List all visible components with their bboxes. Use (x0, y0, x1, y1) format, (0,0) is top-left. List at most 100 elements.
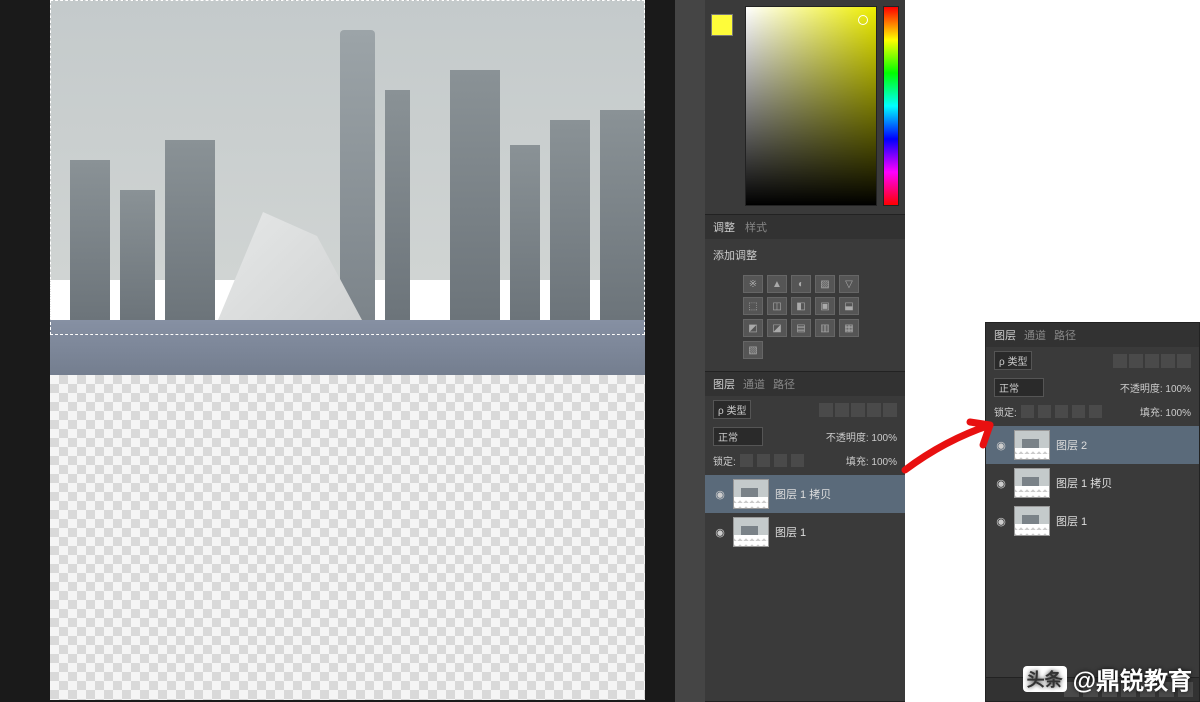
layer-item[interactable]: ◉ 图层 1 (986, 502, 1199, 540)
panel-dock-strip[interactable] (675, 0, 705, 702)
exposure-icon[interactable]: ▨ (815, 275, 835, 293)
filter-adj-icon[interactable] (1129, 354, 1143, 368)
watermark: 头条 @鼎锐教育 (1023, 661, 1192, 696)
color-panel[interactable] (705, 0, 905, 215)
lookup-icon[interactable]: ◩ (743, 319, 763, 337)
photoshop-window: 调整 样式 添加调整 ※ ▲ ◐ ▨ ▽ ⬚ ◫ ◧ ▣ ⬓ ◩ ◪ (0, 0, 905, 702)
visibility-icon[interactable]: ◉ (994, 477, 1008, 490)
tab-layers[interactable]: 图层 (713, 376, 735, 392)
layer-thumbnail[interactable] (1014, 468, 1050, 498)
curves-icon[interactable]: ◐ (791, 275, 811, 293)
threshold-icon[interactable]: ▥ (815, 319, 835, 337)
saturation-value-picker[interactable] (745, 6, 877, 206)
filter-icon[interactable]: ▣ (815, 297, 835, 315)
balance-icon[interactable]: ◫ (767, 297, 787, 315)
fill-label: 填充: (1140, 408, 1163, 419)
building (510, 145, 540, 320)
filter-type-icon[interactable] (1145, 354, 1159, 368)
watermark-badge: 头条 (1023, 666, 1067, 692)
tab-paths[interactable]: 路径 (773, 376, 795, 392)
layer-list: ◉ 图层 2 ◉ 图层 1 拷贝 ◉ 图层 1 (986, 422, 1199, 677)
layer-kind-dropdown[interactable]: ρ 类型 (713, 400, 751, 419)
mixer-icon[interactable]: ⬓ (839, 297, 859, 315)
lock-paint-icon[interactable] (1038, 405, 1051, 418)
layer-thumbnail[interactable] (1014, 430, 1050, 460)
filter-pixel-icon[interactable] (819, 403, 833, 417)
opera-house (200, 200, 380, 320)
layers-panel-1: 图层 通道 路径 ρ 类型 正常 不透明度: 100% 锁定: (705, 372, 905, 702)
hue-icon[interactable]: ⬚ (743, 297, 763, 315)
lock-nest-icon[interactable] (1072, 405, 1085, 418)
tab-channels[interactable]: 通道 (743, 376, 765, 392)
opacity-value[interactable]: 100% (1165, 384, 1191, 395)
building (450, 70, 500, 320)
visibility-icon[interactable]: ◉ (713, 488, 727, 501)
tab-layers[interactable]: 图层 (994, 327, 1016, 343)
levels-icon[interactable]: ▲ (767, 275, 787, 293)
filter-smart-icon[interactable] (1177, 354, 1191, 368)
visibility-icon[interactable]: ◉ (994, 515, 1008, 528)
layer-kind-dropdown[interactable]: ρ 类型 (994, 351, 1032, 370)
layer-thumbnail[interactable] (733, 479, 769, 509)
lock-pos-icon[interactable] (1055, 405, 1068, 418)
fill-value[interactable]: 100% (871, 457, 897, 468)
filter-type-icon[interactable] (851, 403, 865, 417)
layer-item[interactable]: ◉ 图层 1 拷贝 (986, 464, 1199, 502)
lock-paint-icon[interactable] (757, 454, 770, 467)
visibility-icon[interactable]: ◉ (713, 526, 727, 539)
filter-pixel-icon[interactable] (1113, 354, 1127, 368)
layer-item[interactable]: ◉ 图层 2 (986, 426, 1199, 464)
tab-styles[interactable]: 样式 (745, 219, 767, 235)
water (50, 320, 645, 375)
tab-paths[interactable]: 路径 (1054, 327, 1076, 343)
canvas-area[interactable] (0, 0, 675, 702)
lock-label: 锁定: (713, 453, 736, 468)
filter-smart-icon[interactable] (883, 403, 897, 417)
building (120, 190, 155, 320)
layer-name[interactable]: 图层 1 拷贝 (1056, 475, 1112, 491)
hue-slider[interactable] (883, 6, 899, 206)
bw-icon[interactable]: ◧ (791, 297, 811, 315)
opacity-label: 不透明度: (826, 433, 869, 444)
lock-trans-icon[interactable] (1021, 405, 1034, 418)
blend-mode-dropdown[interactable]: 正常 (994, 378, 1044, 397)
visibility-icon[interactable]: ◉ (994, 439, 1008, 452)
building (600, 110, 645, 320)
opacity-value[interactable]: 100% (871, 433, 897, 444)
right-panels: 调整 样式 添加调整 ※ ▲ ◐ ▨ ▽ ⬚ ◫ ◧ ▣ ⬓ ◩ ◪ (705, 0, 905, 702)
invert-icon[interactable]: ◪ (767, 319, 787, 337)
lock-pos-icon[interactable] (774, 454, 787, 467)
tab-channels[interactable]: 通道 (1024, 327, 1046, 343)
selective-icon[interactable]: ▧ (743, 341, 763, 359)
layer-thumbnail[interactable] (733, 517, 769, 547)
building (550, 120, 590, 320)
poster-icon[interactable]: ▤ (791, 319, 811, 337)
building (70, 160, 110, 320)
layer-name[interactable]: 图层 1 拷贝 (775, 486, 831, 502)
vibrance-icon[interactable]: ▽ (839, 275, 859, 293)
blend-mode-dropdown[interactable]: 正常 (713, 427, 763, 446)
layer-thumbnail[interactable] (1014, 506, 1050, 536)
gradmap-icon[interactable]: ▦ (839, 319, 859, 337)
layer-name[interactable]: 图层 1 (775, 524, 806, 540)
brightness-icon[interactable]: ※ (743, 275, 763, 293)
layer-name[interactable]: 图层 2 (1056, 437, 1087, 453)
fill-value[interactable]: 100% (1165, 408, 1191, 419)
fill-label: 填充: (846, 457, 869, 468)
tab-adjustments[interactable]: 调整 (713, 219, 735, 235)
filter-shape-icon[interactable] (1161, 354, 1175, 368)
transparent-area (50, 375, 645, 700)
layers-panel-2[interactable]: 图层 通道 路径 ρ 类型 正常 不透明度: 100% 锁定: 填充: 100%… (985, 322, 1200, 702)
layer-item[interactable]: ◉ 图层 1 (705, 513, 905, 551)
foreground-swatch[interactable] (711, 14, 733, 36)
layer-name[interactable]: 图层 1 (1056, 513, 1087, 529)
adjustments-panel: 调整 样式 添加调整 ※ ▲ ◐ ▨ ▽ ⬚ ◫ ◧ ▣ ⬓ ◩ ◪ (705, 215, 905, 372)
add-adjustment-label: 添加调整 (713, 245, 897, 269)
lock-all-icon[interactable] (1089, 405, 1102, 418)
filter-shape-icon[interactable] (867, 403, 881, 417)
lock-all-icon[interactable] (791, 454, 804, 467)
filter-adj-icon[interactable] (835, 403, 849, 417)
layer-item[interactable]: ◉ 图层 1 拷贝 (705, 475, 905, 513)
document-canvas[interactable] (50, 0, 645, 700)
lock-trans-icon[interactable] (740, 454, 753, 467)
